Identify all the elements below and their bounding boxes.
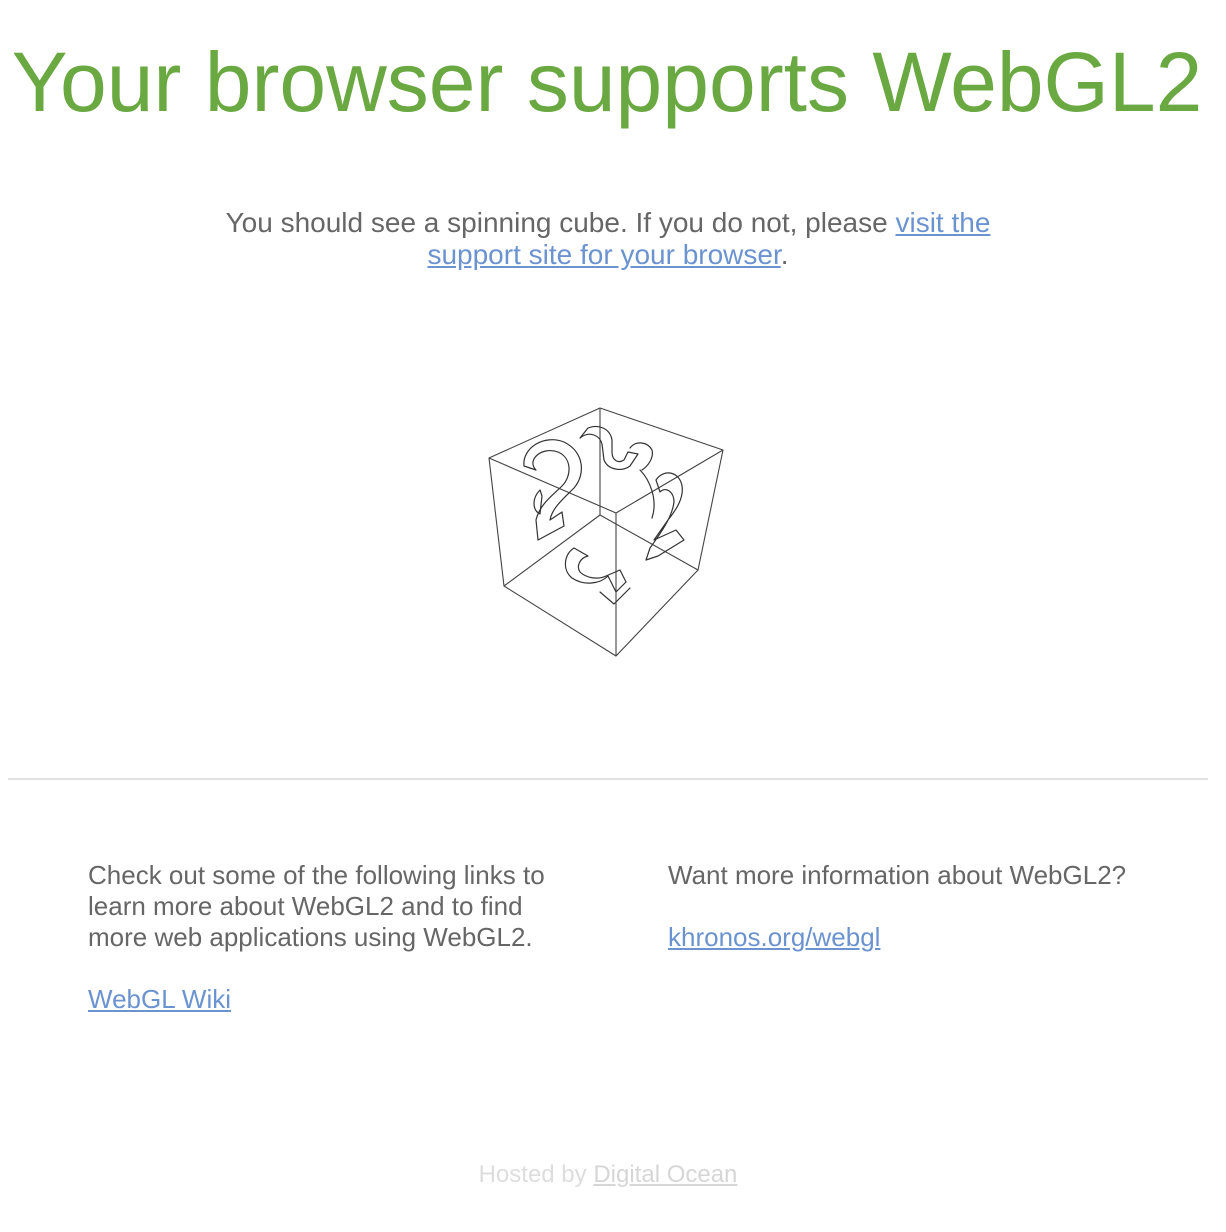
intro-text-after: . [780, 239, 789, 270]
webgl2-spinning-cube-icon [488, 407, 724, 657]
page-title: Your browser supports WebGL2 [11, 35, 1203, 129]
intro-text-before: You should see a spinning cube. If you d… [225, 207, 896, 238]
learn-more-column: Check out some of the following links to… [88, 860, 568, 1015]
learn-more-text: Check out some of the following links to… [88, 860, 545, 952]
webgl-wiki-link[interactable]: WebGL Wiki [88, 984, 231, 1014]
more-info-column: Want more information about WebGL2? khro… [668, 860, 1168, 953]
digital-ocean-link[interactable]: Digital Ocean [593, 1161, 737, 1188]
section-divider [8, 778, 1208, 780]
spinning-cube-canvas [480, 400, 740, 664]
khronos-webgl-link[interactable]: khronos.org/webgl [668, 922, 880, 952]
footer: Hosted by Digital Ocean [0, 1160, 1216, 1190]
intro-text: You should see a spinning cube. If you d… [200, 207, 1016, 271]
footer-prefix: Hosted by [478, 1161, 594, 1188]
more-info-text: Want more information about WebGL2? [668, 860, 1127, 890]
page: Your browser supports WebGL2 You should … [0, 0, 1226, 1232]
